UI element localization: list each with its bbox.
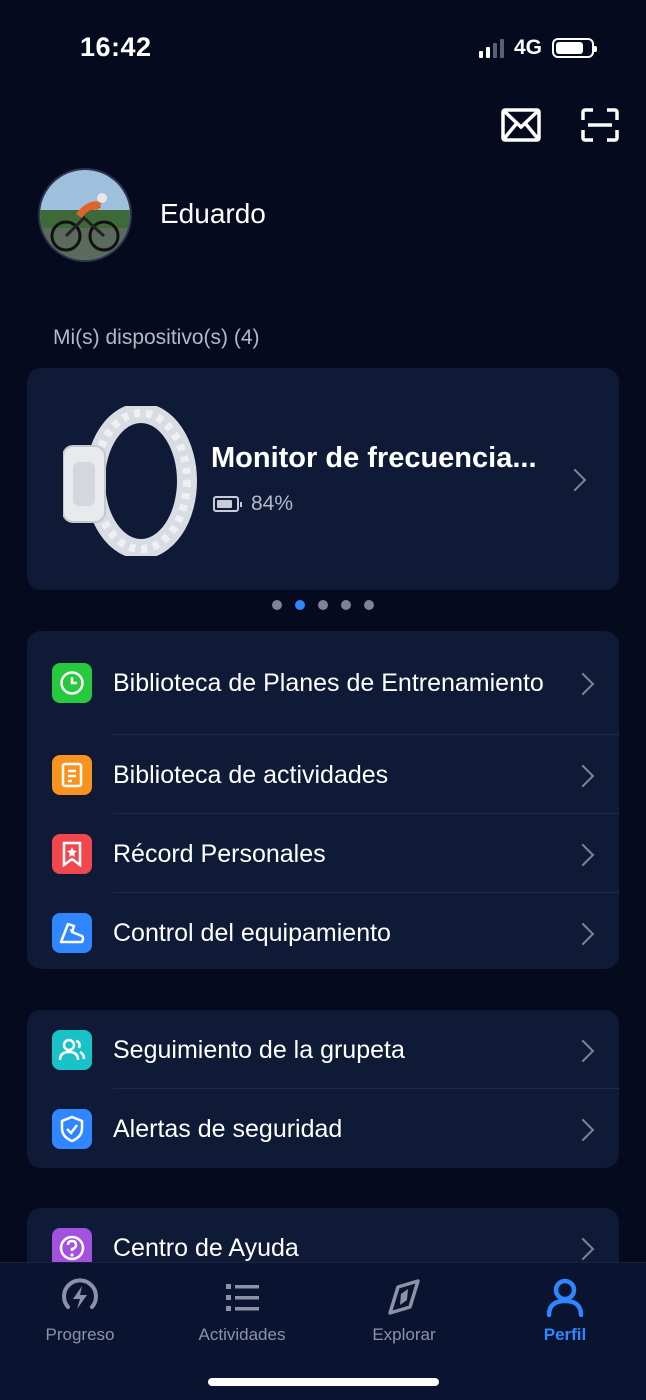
menu-item-equipment[interactable]: Control del equipamiento bbox=[27, 893, 619, 972]
battery-icon bbox=[552, 38, 597, 58]
status-bar: 16:42 4G bbox=[0, 0, 646, 96]
user-name[interactable]: Eduardo bbox=[160, 198, 266, 230]
menu-item-safety-alerts[interactable]: Alertas de seguridad bbox=[27, 1089, 619, 1168]
status-indicators: 4G bbox=[478, 36, 597, 60]
chevron-right-icon bbox=[571, 922, 595, 946]
menu-item-personal-records[interactable]: Récord Personales bbox=[27, 814, 619, 893]
chevron-right-icon bbox=[571, 1118, 595, 1142]
device-title: Monitor de frecuencia... bbox=[211, 442, 537, 474]
status-time: 16:42 bbox=[80, 32, 152, 62]
tab-label: Progreso bbox=[45, 1325, 115, 1344]
tab-label: Actividades bbox=[198, 1325, 286, 1344]
clock-icon bbox=[52, 663, 92, 703]
pager-dot[interactable] bbox=[364, 600, 374, 610]
pager-dot-active[interactable] bbox=[295, 600, 305, 610]
compass-icon bbox=[388, 1279, 420, 1315]
menu-item-label: Seguimiento de la grupeta bbox=[113, 1036, 405, 1064]
menu-item-training-plans[interactable]: Biblioteca de Planes de Entrenamiento bbox=[27, 631, 619, 735]
battery-icon bbox=[213, 496, 242, 512]
pager-dot[interactable] bbox=[318, 600, 328, 610]
pager-dot[interactable] bbox=[341, 600, 351, 610]
tab-progreso[interactable]: Progreso bbox=[10, 1277, 150, 1345]
tab-actividades[interactable]: Actividades bbox=[172, 1277, 312, 1345]
document-icon bbox=[52, 755, 92, 795]
device-card[interactable]: Monitor de frecuencia... 84% bbox=[27, 368, 619, 590]
menu-item-activity-library[interactable]: Biblioteca de actividades bbox=[27, 735, 619, 814]
avatar[interactable] bbox=[38, 168, 132, 262]
tab-explorar[interactable]: Explorar bbox=[334, 1277, 474, 1345]
chevron-right-icon bbox=[563, 468, 587, 492]
menu-group-training: Biblioteca de Planes de Entrenamiento Bi… bbox=[27, 631, 619, 969]
chevron-right-icon bbox=[571, 1237, 595, 1261]
tab-label: Explorar bbox=[372, 1325, 436, 1344]
menu-item-label: Récord Personales bbox=[113, 840, 326, 868]
tab-perfil[interactable]: Perfil bbox=[495, 1277, 635, 1345]
group-icon bbox=[52, 1030, 92, 1070]
menu-item-label: Control del equipamiento bbox=[113, 919, 391, 947]
shoe-icon bbox=[52, 913, 92, 953]
menu-item-label: Centro de Ayuda bbox=[113, 1234, 299, 1262]
mail-icon[interactable] bbox=[500, 104, 542, 146]
person-icon bbox=[546, 1278, 584, 1317]
pager-dot[interactable] bbox=[272, 600, 282, 610]
chevron-right-icon bbox=[571, 1039, 595, 1063]
device-battery-level: 84% bbox=[251, 492, 294, 515]
bookmark-star-icon bbox=[52, 834, 92, 874]
list-icon bbox=[226, 1284, 259, 1311]
tab-label: Perfil bbox=[543, 1325, 587, 1344]
scan-icon[interactable] bbox=[579, 104, 621, 146]
devices-section-label: Mi(s) dispositivo(s) (4) bbox=[53, 326, 260, 349]
menu-item-label: Biblioteca de Planes de Entrenamiento bbox=[113, 669, 544, 697]
network-type: 4G bbox=[513, 36, 542, 59]
menu-item-label: Alertas de seguridad bbox=[113, 1115, 343, 1143]
menu-item-label: Biblioteca de actividades bbox=[113, 761, 389, 789]
lightning-icon bbox=[62, 1278, 98, 1309]
shield-check-icon bbox=[52, 1109, 92, 1149]
signal-icon bbox=[478, 38, 504, 58]
chevron-right-icon bbox=[571, 843, 595, 867]
device-battery: 84% bbox=[213, 492, 293, 516]
heart-rate-armband-image bbox=[62, 403, 203, 559]
home-indicator bbox=[208, 1378, 439, 1386]
device-pager bbox=[0, 600, 646, 610]
menu-group-safety: Seguimiento de la grupeta Alertas de seg… bbox=[27, 1010, 619, 1168]
chevron-right-icon bbox=[571, 672, 595, 696]
chevron-right-icon bbox=[571, 764, 595, 788]
menu-item-group-tracking[interactable]: Seguimiento de la grupeta bbox=[27, 1010, 619, 1089]
